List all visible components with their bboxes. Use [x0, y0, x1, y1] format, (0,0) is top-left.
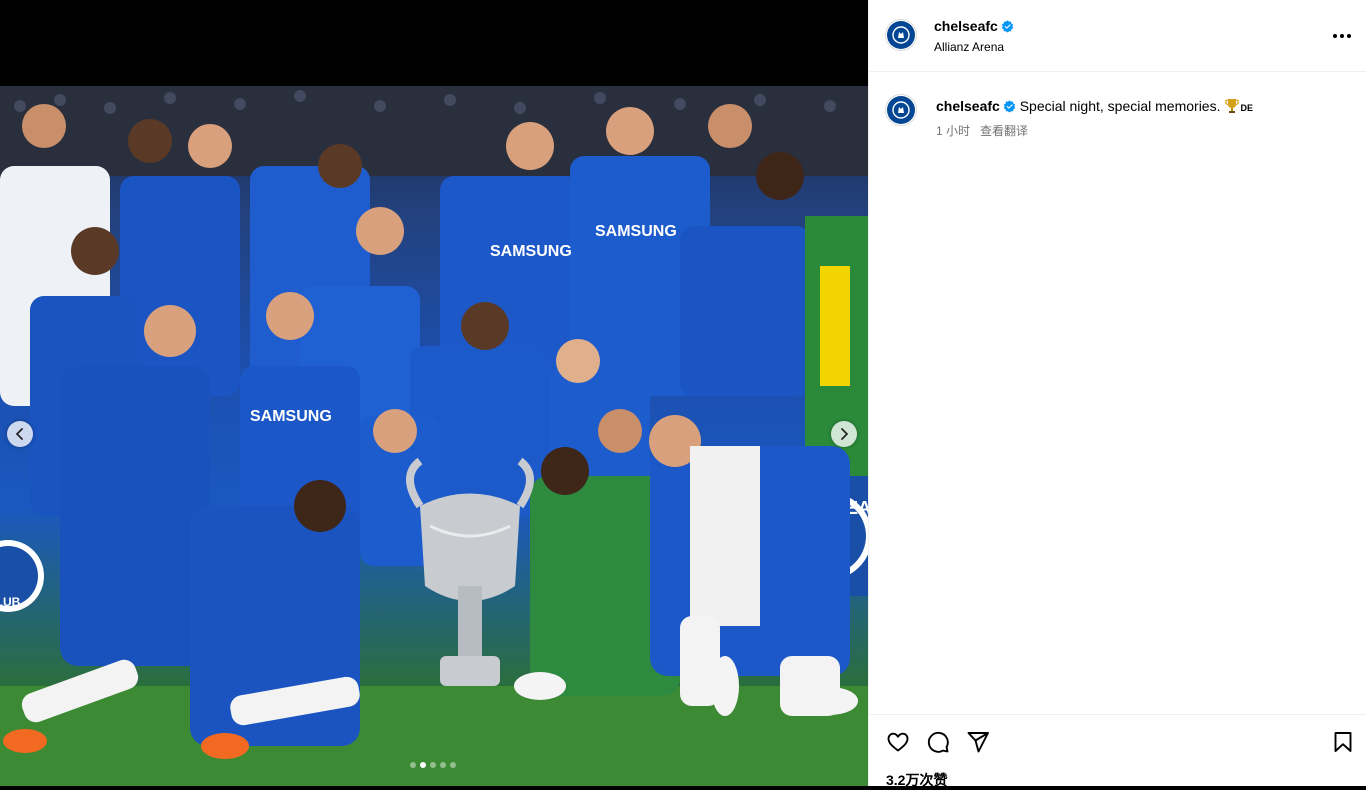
see-translation-link[interactable]: 查看翻译 [980, 124, 1028, 138]
carousel-dot [450, 762, 456, 768]
carousel-dot [410, 762, 416, 768]
caption-text: Special night, special memories. [1019, 98, 1221, 114]
chelsea-crest-icon [887, 96, 915, 124]
bookmark-icon [1334, 732, 1352, 752]
carousel-indicator [410, 762, 456, 768]
share-button[interactable] [965, 729, 991, 755]
author-username-text[interactable]: chelseafc [934, 18, 998, 34]
author-avatar[interactable] [885, 19, 917, 51]
carousel-next-button[interactable] [831, 421, 857, 447]
carousel-dot [430, 762, 436, 768]
post-header: chelseafc Allianz Arena [869, 0, 1366, 72]
post-photo[interactable]: CHELSEA LUB [0, 86, 868, 786]
verified-badge-icon [1003, 100, 1016, 113]
more-options-icon [1333, 34, 1337, 38]
shirt-text-1: SAMSUNG [490, 243, 572, 260]
heart-icon [887, 732, 909, 752]
chelsea-crest-icon [887, 21, 915, 49]
author-username[interactable]: chelseafc [934, 18, 1014, 34]
trophy-emoji-icon [1225, 99, 1240, 113]
post-media: CHELSEA LUB [0, 0, 868, 786]
likes-count[interactable]: 3.2万次赞 [886, 770, 947, 790]
carousel-dot [420, 762, 426, 768]
team-celebration-illustration: CHELSEA LUB [0, 86, 868, 786]
post-timestamp[interactable]: 1 小时 [936, 124, 970, 138]
shirt-text-2: SAMSUNG [595, 223, 677, 240]
post-side-panel: chelseafc Allianz Arena chelseafc Specia… [868, 0, 1366, 788]
save-button[interactable] [1330, 729, 1356, 755]
chevron-left-icon [16, 428, 23, 440]
caption-line: chelseafc Special night, special memorie… [936, 98, 1253, 114]
action-bar [869, 714, 1366, 764]
like-button[interactable] [885, 729, 911, 755]
caption-author-avatar[interactable] [885, 94, 917, 126]
carousel-dot [440, 762, 446, 768]
caption-meta: 1 小时 查看翻译 [936, 122, 1028, 139]
comment-icon [927, 731, 949, 753]
send-icon [967, 732, 989, 753]
more-options-button[interactable] [1330, 26, 1354, 46]
carousel-prev-button[interactable] [7, 421, 33, 447]
comment-button[interactable] [925, 729, 951, 755]
caption-username[interactable]: chelseafc [936, 98, 1000, 114]
shirt-text-3: SAMSUNG [250, 408, 332, 425]
banner-left-text: LUB [0, 595, 21, 609]
post-modal: CHELSEA LUB [0, 0, 1366, 788]
flag-emoji-text: DE [1240, 103, 1253, 113]
chevron-right-icon [841, 428, 848, 440]
post-location[interactable]: Allianz Arena [934, 40, 1004, 54]
verified-badge-icon [1001, 20, 1014, 33]
